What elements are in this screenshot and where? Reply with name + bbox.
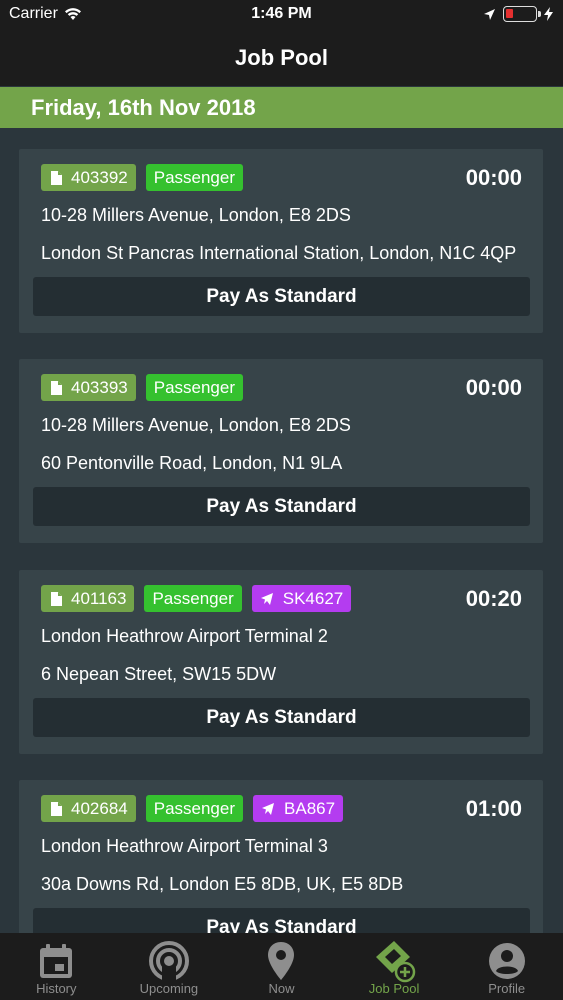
job-id-badge: 401163 (41, 585, 135, 612)
passenger-badge: Passenger (145, 795, 244, 822)
tab-upcoming[interactable]: Upcoming (113, 933, 226, 1000)
document-icon (51, 170, 62, 185)
tab-label: Upcoming (139, 981, 199, 996)
job-card[interactable]: 402684 Passenger BA867 01:00 London Heat… (19, 780, 543, 933)
pickup-address: 10-28 Millers Avenue, London, E8 2DS (41, 205, 351, 225)
flight-number: BA867 (284, 798, 336, 818)
page-title: Job Pool (235, 45, 328, 70)
pay-as-standard-button[interactable]: Pay As Standard (33, 487, 530, 526)
document-icon (51, 380, 62, 395)
airplane-icon (261, 802, 275, 816)
job-id-badge: 403393 (41, 374, 136, 401)
tab-profile[interactable]: Profile (450, 933, 563, 1000)
status-bar: Carrier 1:46 PM (0, 0, 563, 30)
document-icon (51, 801, 62, 816)
pickup-address: 10-28 Millers Avenue, London, E8 2DS (41, 415, 351, 435)
job-id: 402684 (71, 798, 128, 818)
battery-level (506, 9, 513, 18)
job-time: 01:00 (465, 796, 522, 821)
tab-label: History (36, 981, 77, 996)
tab-label: Profile (488, 981, 526, 996)
ticket-add-icon (372, 939, 416, 983)
pay-as-standard-button[interactable]: Pay As Standard (33, 908, 530, 933)
tab-now[interactable]: Now (225, 933, 338, 1000)
job-time: 00:00 (465, 165, 522, 190)
flight-badge: SK4627 (251, 585, 352, 612)
job-tags: 402684 Passenger BA867 (41, 795, 344, 822)
job-time: 00:00 (465, 375, 522, 400)
job-type-label: Passenger (153, 798, 236, 818)
pickup-address: London Heathrow Airport Terminal 2 (41, 626, 328, 646)
profile-icon (487, 939, 527, 983)
status-indicators (483, 6, 553, 22)
tab-job-pool[interactable]: Job Pool (338, 933, 451, 1000)
job-type-label: Passenger (153, 377, 236, 397)
map-pin-icon (266, 939, 296, 983)
status-time: 1:46 PM (251, 5, 312, 22)
date-label: Friday, 16th Nov 2018 (31, 95, 256, 120)
tab-label: Now (268, 981, 295, 996)
battery-icon (503, 6, 541, 22)
passenger-badge: Passenger (145, 164, 244, 191)
pay-as-standard-button[interactable]: Pay As Standard (33, 277, 530, 316)
tab-bar: History Upcoming Now Job Pool Profile (0, 933, 563, 1000)
job-id-badge: 403392 (41, 164, 136, 191)
charging-bolt-icon (544, 7, 553, 21)
date-section-header: Friday, 16th Nov 2018 (0, 87, 563, 128)
job-list[interactable]: 403392 Passenger 00:00 10-28 Millers Ave… (0, 128, 563, 933)
document-icon (51, 591, 62, 606)
job-card[interactable]: 403392 Passenger 00:00 10-28 Millers Ave… (19, 149, 543, 333)
pay-as-standard-button[interactable]: Pay As Standard (33, 698, 530, 737)
dropoff-address: 30a Downs Rd, London E5 8DB, UK, E5 8DB (41, 874, 404, 894)
job-time: 00:20 (465, 586, 522, 611)
broadcast-icon (148, 939, 190, 983)
job-id-badge: 402684 (41, 795, 136, 822)
job-card[interactable]: 403393 Passenger 00:00 10-28 Millers Ave… (19, 359, 543, 543)
job-id: 403393 (71, 377, 128, 397)
tab-history[interactable]: History (0, 933, 113, 1000)
tab-label: Job Pool (368, 981, 420, 996)
calendar-icon (37, 939, 75, 983)
passenger-badge: Passenger (144, 585, 242, 612)
job-type-label: Passenger (152, 588, 234, 608)
job-tags: 401163 Passenger SK4627 (41, 585, 352, 612)
pickup-address: London Heathrow Airport Terminal 3 (41, 836, 328, 856)
dropoff-address: 60 Pentonville Road, London, N1 9LA (41, 453, 343, 473)
location-arrow-icon (484, 8, 495, 20)
airplane-icon (260, 592, 274, 606)
job-tags: 403392 Passenger (41, 164, 244, 191)
job-id: 401163 (71, 588, 127, 608)
nav-bar: Job Pool (0, 30, 563, 86)
job-tags: 403393 Passenger (41, 374, 244, 401)
flight-badge: BA867 (253, 795, 344, 822)
passenger-badge: Passenger (145, 374, 244, 401)
job-id: 403392 (71, 167, 128, 187)
job-type-label: Passenger (153, 167, 236, 187)
dropoff-address: London St Pancras International Station,… (41, 243, 517, 263)
flight-number: SK4627 (282, 588, 344, 608)
dropoff-address: 6 Nepean Street, SW15 5DW (41, 664, 277, 684)
job-card[interactable]: 401163 Passenger SK4627 00:20 London Hea… (19, 570, 543, 754)
